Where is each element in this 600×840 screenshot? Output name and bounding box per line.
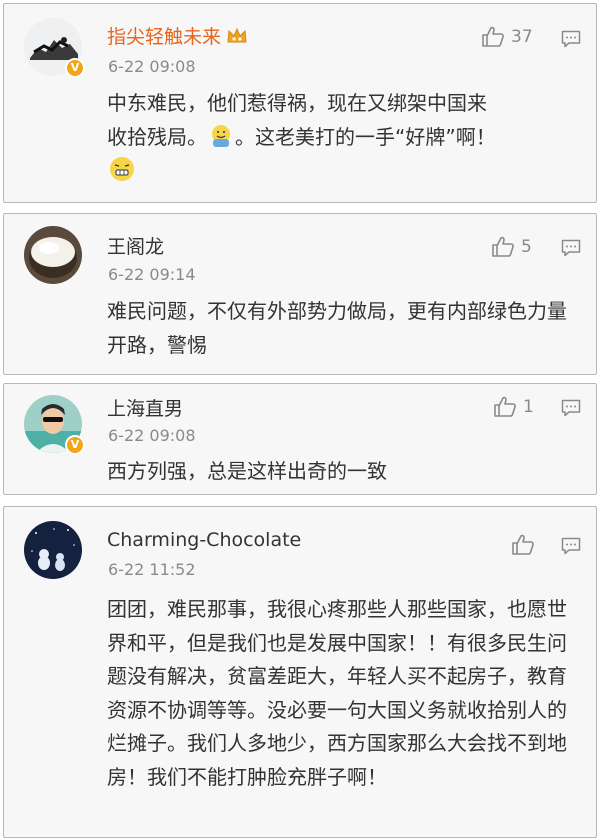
v-badge-icon: V [65, 435, 85, 455]
thumbs-up-icon [494, 396, 516, 417]
comment-text: 中东难民，他们惹得祸，现在又绑架中国来 收拾残局。 。这老美打的一手“好牌”啊！ [107, 86, 577, 188]
comment-line [107, 154, 577, 188]
username-text: 指尖轻触未来 [107, 26, 222, 48]
comment-card: Charming-Chocolate 6-22 11:52 团团，难民那事，我很… [3, 506, 597, 838]
avatar[interactable] [24, 521, 82, 579]
comment-icon[interactable] [561, 537, 581, 555]
timestamp: 6-22 09:14 [108, 265, 196, 284]
comment-text: 西方列强，总是这样出奇的一致 [107, 459, 387, 483]
thumbs-up-icon [492, 236, 514, 257]
comment-icon[interactable] [561, 399, 581, 417]
like-button[interactable]: 5 [491, 236, 532, 258]
comment-icon[interactable] [561, 30, 581, 48]
comment-line: 收拾残局。 。这老美打的一手“好牌”啊！ [107, 120, 577, 154]
comment-line: 中东难民，他们惹得祸，现在又绑架中国来 [107, 91, 487, 115]
like-count: 37 [511, 27, 533, 47]
username[interactable]: 上海直男 [107, 394, 183, 421]
timestamp: 6-22 11:52 [108, 560, 196, 579]
username[interactable]: Charming-Chocolate [107, 529, 301, 551]
username[interactable]: 指尖轻触未来 [107, 22, 248, 49]
comment-text: 团团，难民那事，我很心疼那些人那些国家，也愿世界和平，但是我们也是发展中国家！！… [107, 597, 567, 789]
v-badge-icon: V [65, 58, 85, 78]
awkward-face-emoji-icon [110, 157, 134, 181]
comment-card: V 指尖轻触未来 6-22 09:08 37 中东难民，他们惹得祸，现在又绑架中… [3, 3, 597, 203]
username[interactable]: 王阁龙 [107, 232, 164, 259]
comment-text: 难民问题，不仅有外部势力做局，更有内部绿色力量开路，警惕 [107, 299, 567, 357]
timestamp: 6-22 09:08 [108, 426, 196, 445]
thumbs-up-icon [512, 534, 534, 555]
crown-icon [227, 27, 247, 43]
thumbs-up-icon [482, 26, 504, 47]
comment-text-part: 。这老美打的一手“好牌”啊！ [235, 125, 496, 149]
comment-card: 王阁龙 6-22 09:14 5 难民问题，不仅有外部势力做局，更有内部绿色力量… [3, 213, 597, 375]
comment-text-part: 收拾残局。 [107, 125, 207, 149]
like-count: 1 [523, 397, 534, 417]
comment-card: V 上海直男 6-22 09:08 1 西方列强，总是这样出奇的一致 [3, 383, 597, 495]
avatar[interactable] [24, 226, 82, 284]
like-button[interactable]: 1 [493, 396, 534, 418]
like-count: 5 [521, 237, 532, 257]
like-button[interactable]: 37 [481, 26, 533, 48]
hug-emoji-icon [212, 125, 230, 147]
like-button[interactable] [511, 534, 541, 556]
comment-icon[interactable] [561, 239, 581, 257]
timestamp: 6-22 09:08 [108, 57, 196, 76]
